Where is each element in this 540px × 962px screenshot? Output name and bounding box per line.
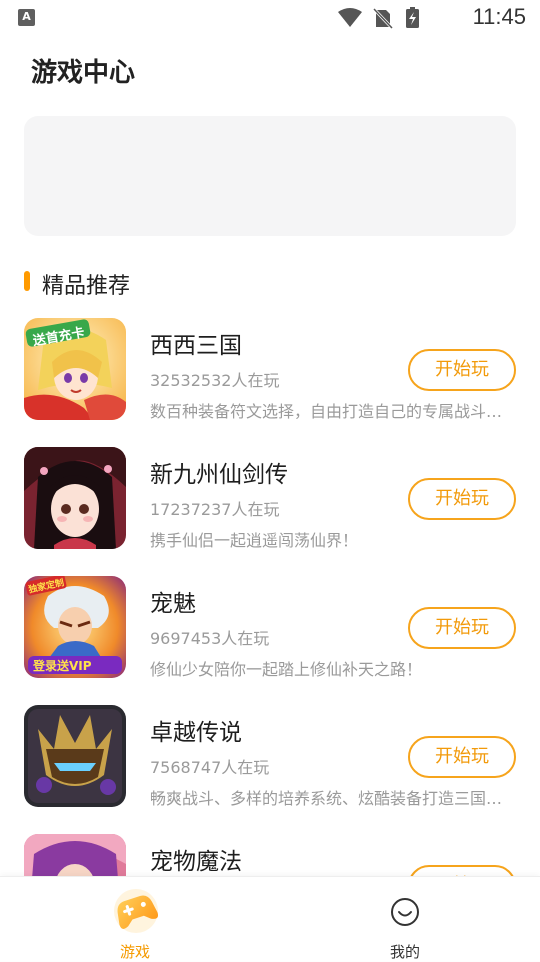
game-description: 携手仙侣一起逍遥闯荡仙界！ bbox=[150, 531, 359, 550]
game-icon-xixi-sanguo[interactable]: 送首充卡 bbox=[24, 318, 126, 420]
wifi-icon bbox=[338, 8, 362, 27]
player-count: 9697453人在玩 bbox=[150, 629, 270, 648]
game-list-item[interactable]: 卓越传说 7568747人在玩 畅爽战斗、多样的培养系统、炫酷装备打造三国传奇 … bbox=[0, 705, 540, 809]
player-count: 17237237人在玩 bbox=[150, 500, 280, 519]
game-name: 宠物魔法 bbox=[150, 849, 242, 875]
game-description: 修仙少女陪你一起踏上修仙补天之路！ bbox=[150, 660, 423, 679]
section-title: 精品推荐 bbox=[42, 274, 131, 299]
banner-carousel[interactable] bbox=[24, 116, 516, 236]
game-icon-chongwu-mofa[interactable] bbox=[24, 834, 126, 878]
game-list-item[interactable]: 送首充卡 西西三国 32532532人在玩 数百种装备符文选择，自由打造自己的专… bbox=[0, 318, 540, 422]
game-name: 卓越传说 bbox=[150, 720, 242, 746]
start-play-button[interactable]: 开始玩 bbox=[408, 349, 516, 391]
game-name: 新九州仙剑传 bbox=[150, 462, 288, 488]
icon-badge-text: 登录送VIP bbox=[32, 658, 92, 673]
game-list-item[interactable]: 宠物魔法 开始玩 bbox=[0, 834, 540, 878]
gamepad-icon bbox=[114, 889, 159, 933]
clock: 11:45 bbox=[472, 4, 526, 29]
game-icon-chong-mei[interactable]: 登录送VIP 独家定制 bbox=[24, 576, 126, 678]
no-sim-icon bbox=[372, 7, 394, 30]
bottom-navigation: 游戏 我的 bbox=[0, 876, 540, 961]
nav-label-games: 游戏 bbox=[119, 943, 150, 961]
start-play-button[interactable]: 开始玩 bbox=[408, 478, 516, 520]
smiley-icon bbox=[391, 898, 419, 926]
game-description: 数百种装备符文选择，自由打造自己的专属战斗风格 bbox=[150, 402, 505, 421]
notification-icon: A bbox=[18, 9, 35, 26]
game-icon-zhuoyue-chuanshuo[interactable] bbox=[24, 705, 126, 807]
start-play-button[interactable]: 开始玩 bbox=[408, 736, 516, 778]
game-list-item[interactable]: 新九州仙剑传 17237237人在玩 携手仙侣一起逍遥闯荡仙界！ 开始玩 bbox=[0, 447, 540, 551]
nav-tab-mine[interactable]: 我的 bbox=[330, 877, 480, 961]
battery-charging-icon bbox=[406, 7, 419, 28]
game-list-item[interactable]: 登录送VIP 独家定制 宠魅 9697453人在玩 修仙少女陪你一起踏上修仙补天… bbox=[0, 576, 540, 680]
game-name: 西西三国 bbox=[150, 333, 242, 359]
status-icons bbox=[338, 7, 419, 30]
game-icon-xin-jiuzhou[interactable] bbox=[24, 447, 126, 549]
page-title: 游戏中心 bbox=[31, 58, 136, 88]
status-bar: A 11:45 bbox=[0, 0, 540, 36]
game-description: 畅爽战斗、多样的培养系统、炫酷装备打造三国传奇 bbox=[150, 789, 505, 808]
start-play-button[interactable]: 开始玩 bbox=[408, 607, 516, 649]
player-count: 7568747人在玩 bbox=[150, 758, 270, 777]
game-list[interactable]: 送首充卡 西西三国 32532532人在玩 数百种装备符文选择，自由打造自己的专… bbox=[0, 318, 540, 878]
nav-label-mine: 我的 bbox=[389, 943, 420, 961]
section-accent-bar bbox=[24, 271, 30, 291]
nav-tab-games[interactable]: 游戏 bbox=[60, 877, 210, 961]
game-name: 宠魅 bbox=[150, 591, 196, 617]
player-count: 32532532人在玩 bbox=[150, 371, 280, 390]
